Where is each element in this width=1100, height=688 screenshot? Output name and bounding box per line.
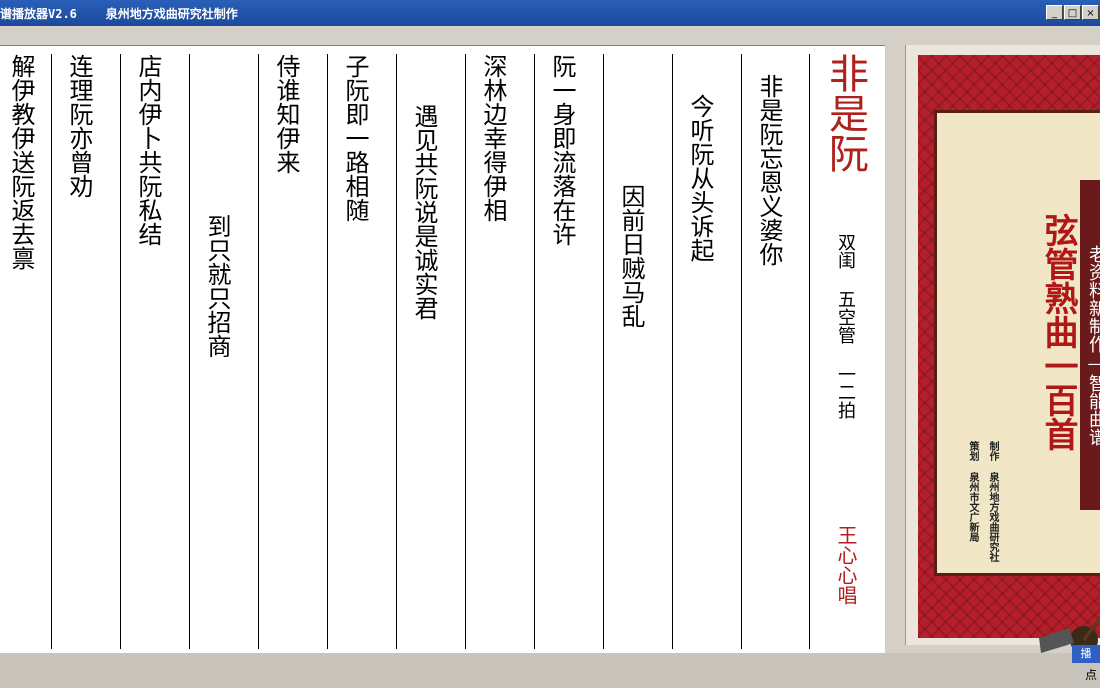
lyric-column-text: 阮一身即流落在许 [548,54,576,246]
song-title: 非是阮 [822,53,868,173]
lyric-column-text: 非是阮忘恩义婆你 [755,74,783,266]
score-column: 店内伊卜共阮私结 [121,54,190,649]
title-bar: 谱播放器V2.6 泉州地方戏曲研究社制作 _ □ × [0,0,1100,26]
close-button[interactable]: × [1082,5,1099,20]
point-label[interactable]: 点 [1085,666,1097,683]
lyric-column-text: 店内伊卜共阮私结 [134,54,162,246]
lyric-column-text: 遇见共阮说是诚实君 [410,104,438,320]
score-column: 因前日贼马乱 [604,54,673,649]
score-column: 侍谁知伊来 [259,54,328,649]
lyric-column-text: 深林边幸得伊相 [479,54,507,222]
cover-slogan: 老资料新制作—智能曲谱 [1080,180,1100,510]
album-cover: 弦管熟曲一百首 策划 泉州市文广新局 制作 泉州地方戏曲研究社 老资料新制作—智… [918,55,1100,654]
score-column: 到只就只招商 [190,54,259,649]
song-meta: 双闺 五空管 一二拍 [835,233,856,419]
status-strip [0,653,1100,688]
cover-title: 弦管熟曲一百首 [1038,213,1078,451]
lyric-column-text: 连理阮亦曾劝 [65,54,93,198]
score-column: 深林边幸得伊相 [466,54,535,649]
score-column: 遇见共阮说是诚实君 [397,54,466,649]
score-column: 解伊教伊送阮返去禀 [0,54,52,649]
score-column: 连理阮亦曾劝 [52,54,121,649]
song-singer: 王心心唱 [834,525,858,605]
song-title-column: 非是阮 双闺 五空管 一二拍 王心心唱 [810,53,880,648]
score-column: 今听阮从头诉起 [673,54,742,649]
lyric-column-text: 因前日贼马乱 [617,184,645,328]
score-column: 阮一身即流落在许 [535,54,604,649]
minimize-button[interactable]: _ [1046,5,1063,20]
cover-credits-right: 制作 泉州地方戏曲研究社 [987,441,998,562]
play-button[interactable]: 播 [1072,645,1100,663]
cover-credits-left: 策划 泉州市文广新局 [967,441,978,542]
lyric-column-text: 子阮即一路相随 [341,54,369,222]
lyric-column-text: 解伊教伊送阮返去禀 [7,54,35,270]
maximize-button[interactable]: □ [1064,5,1081,20]
score-column: 子阮即一路相随 [328,54,397,649]
cover-card: 弦管熟曲一百首 策划 泉州市文广新局 制作 泉州地方戏曲研究社 [934,110,1100,654]
lyric-column-text: 侍谁知伊来 [272,54,300,174]
window-title: 谱播放器V2.6 泉州地方戏曲研究社制作 [0,7,238,21]
score-sheet: 解伊教伊送阮返去禀 连理阮亦曾劝 店内伊卜共阮私结 到只就只招商 侍谁知伊来 子… [0,45,885,654]
lyric-column-text: 今听阮从头诉起 [686,94,714,262]
score-column: 非是阮忘恩义婆你 [742,54,810,649]
lyric-column-text: 到只就只招商 [203,214,231,358]
cover-panel: 弦管熟曲一百首 策划 泉州市文广新局 制作 泉州地方戏曲研究社 老资料新制作—智… [905,45,1100,654]
